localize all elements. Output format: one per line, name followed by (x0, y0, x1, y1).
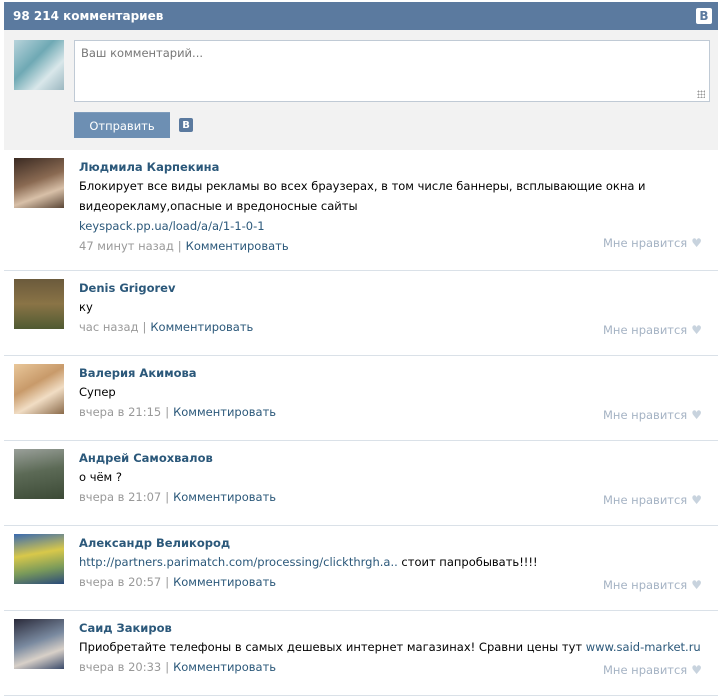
send-button[interactable]: Отправить (74, 112, 170, 138)
comment-author[interactable]: Denis Grigorev (79, 279, 702, 297)
comment-text: ку (79, 300, 93, 314)
comment-time[interactable]: вчера в 20:33 (79, 660, 161, 674)
like-label: Мне нравится (603, 578, 688, 592)
comment-time[interactable]: вчера в 21:15 (79, 405, 161, 419)
comment-author[interactable]: Андрей Самохвалов (79, 449, 702, 467)
comment-item: Людмила Карпекина Блокирует все виды рек… (4, 150, 718, 271)
avatar[interactable] (14, 619, 64, 669)
comment-text: Блокирует все виды рекламы во всех брауз… (79, 179, 646, 213)
vk-logo-icon[interactable]: В (696, 8, 712, 24)
comment-text: о чём ? (79, 470, 122, 484)
comments-count-title: 98 214 комментариев (13, 9, 164, 23)
like-button[interactable]: Мне нравится ♥ (603, 408, 702, 422)
comment-link[interactable]: keyspack.pp.ua/load/a/a/1-1-0-1 (79, 219, 265, 233)
comments-widget: 98 214 комментариев В Ваш комментарий...… (4, 2, 718, 698)
like-button[interactable]: Мне нравится ♥ (603, 493, 702, 507)
comment-author[interactable]: Людмила Карпекина (79, 158, 702, 176)
comment-reply-link[interactable]: Комментировать (150, 320, 253, 334)
like-button[interactable]: Мне нравится ♥ (603, 323, 702, 337)
comment-input[interactable]: Ваш комментарий... (74, 40, 710, 102)
comment-time[interactable]: вчера в 21:07 (79, 490, 161, 504)
vk-logo-small-icon[interactable]: В (179, 118, 193, 132)
comment-reply-link[interactable]: Комментировать (173, 660, 276, 674)
current-user-avatar (14, 40, 64, 90)
heart-icon: ♥ (691, 408, 702, 422)
avatar[interactable] (14, 158, 64, 208)
avatar[interactable] (14, 449, 64, 499)
comment-link[interactable]: www.said-market.ru (586, 640, 701, 654)
comment-author[interactable]: Валерия Акимова (79, 364, 702, 382)
like-label: Мне нравится (603, 323, 688, 337)
comment-link[interactable]: http://partners.parimatch.com/processing… (79, 555, 398, 569)
comment-item: Саид Закиров Приобретайте телефоны в сам… (4, 611, 718, 696)
comments-header: 98 214 комментариев В (4, 2, 718, 30)
comment-item: Denis Grigorev ку час назад | Комментирова… (4, 271, 718, 356)
comment-reply-link[interactable]: Комментировать (186, 239, 289, 253)
comment-text: Супер (79, 385, 116, 399)
comment-reply-link[interactable]: Комментировать (173, 405, 276, 419)
comment-item: Александр Великород http://partners.pari… (4, 526, 718, 611)
comment-author[interactable]: Александр Великород (79, 534, 702, 552)
heart-icon: ♥ (691, 493, 702, 507)
comment-reply-link[interactable]: Комментировать (173, 575, 276, 589)
comment-time[interactable]: час назад (79, 320, 139, 334)
comment-time[interactable]: вчера в 20:57 (79, 575, 161, 589)
compose-area: Ваш комментарий... Отправить В (4, 30, 718, 150)
comment-item: Валерия Акимова Супер вчера в 21:15 | Комм… (4, 356, 718, 441)
like-button[interactable]: Мне нравится ♥ (603, 236, 702, 250)
heart-icon: ♥ (691, 578, 702, 592)
avatar[interactable] (14, 364, 64, 414)
comment-text: стоит папробывать!!!! (397, 555, 538, 569)
avatar[interactable] (14, 279, 64, 329)
like-label: Мне нравится (603, 493, 688, 507)
like-button[interactable]: Мне нравится ♥ (603, 578, 702, 592)
heart-icon: ♥ (691, 236, 702, 250)
resize-grip-icon[interactable] (697, 90, 705, 98)
comment-time[interactable]: 47 минут назад (79, 239, 174, 253)
avatar[interactable] (14, 534, 64, 584)
comment-text: Приобретайте телефоны в самых дешевых ин… (79, 640, 586, 654)
comment-item: Андрей Самохвалов о чём ? вчера в 21:07 |… (4, 441, 718, 526)
heart-icon: ♥ (691, 323, 702, 337)
comment-reply-link[interactable]: Комментировать (173, 490, 276, 504)
comment-input-placeholder: Ваш комментарий... (81, 46, 204, 60)
comment-author[interactable]: Саид Закиров (79, 619, 702, 637)
like-label: Мне нравится (603, 408, 688, 422)
like-button[interactable]: Мне нравится ♥ (603, 663, 702, 677)
like-label: Мне нравится (603, 236, 688, 250)
like-label: Мне нравится (603, 663, 688, 677)
heart-icon: ♥ (691, 663, 702, 677)
